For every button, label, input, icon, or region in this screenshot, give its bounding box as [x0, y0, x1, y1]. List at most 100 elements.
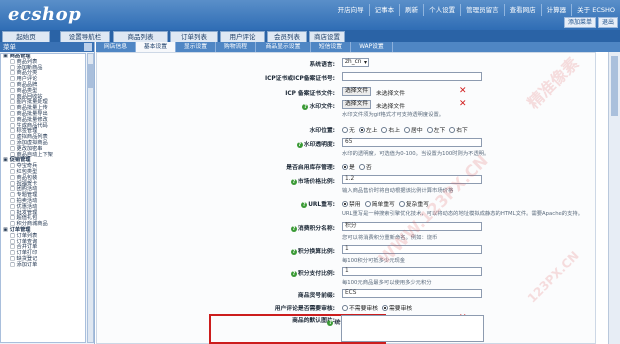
wmpos-center[interactable]: 居中: [404, 125, 423, 134]
wmalpha-label: ? 水印透明度:: [296, 139, 335, 148]
nav-member-list[interactable]: 会员列表: [267, 31, 307, 42]
content-scrollbar[interactable]: [608, 52, 620, 344]
comment-check-radios: 不需要审核 需要审核: [342, 303, 412, 312]
points-rate-label: ? 积分换算比例:: [290, 246, 335, 255]
link-admin-messages[interactable]: 管理员留言: [460, 4, 504, 16]
content-scroll-thumb[interactable]: [611, 56, 618, 116]
icp-file-button[interactable]: 选择文件: [342, 87, 372, 96]
link-calculator[interactable]: 计算器: [540, 4, 572, 16]
wmpos-bottom-right[interactable]: 右下: [449, 125, 468, 134]
icp-file-status: 未选择文件: [376, 91, 405, 97]
watermark-delete-icon[interactable]: ✕: [459, 100, 467, 109]
points-name-label-text: 消费积分名称:: [297, 226, 335, 232]
link-notepad[interactable]: 记事本: [368, 4, 400, 16]
rewrite-note: URL重写是一种搜索引擎优化技术，可以将动态的地址模拟成静态的HTML文件。需要…: [342, 211, 583, 217]
tab-goods-display[interactable]: 商品显示设置: [256, 42, 311, 52]
points-name-input[interactable]: 积分: [342, 222, 482, 231]
nav-shop-settings[interactable]: 商店设置: [309, 31, 345, 42]
points-name-note: 您可以将消费积分重新命名。例如：烧币: [342, 235, 438, 241]
wmpos-top-right[interactable]: 右上: [381, 125, 400, 134]
sidebar-title: 菜单: [0, 42, 94, 52]
sn-prefix-label: 商品货号前缀:: [297, 293, 335, 299]
help-icon[interactable]: ?: [302, 103, 309, 110]
lang-select-value: zh_cn: [345, 59, 362, 65]
stats-code-textarea[interactable]: [341, 315, 484, 342]
add-menu-button[interactable]: 添加菜单: [563, 17, 596, 28]
tab-wap-settings[interactable]: WAP设置: [351, 42, 393, 52]
watermark-file-status: 未选择文件: [376, 104, 405, 110]
tab-sms-settings[interactable]: 短信设置: [311, 42, 351, 52]
top-links: 开店向导 记事本 刷新 个人设置 管理员留言 查看网店 计算器 关于 ECSHO: [333, 4, 620, 16]
top-buttons: 添加菜单 退出: [563, 17, 618, 28]
lang-select[interactable]: zh_cn: [342, 58, 369, 67]
rewrite-complex[interactable]: 复杂重写: [398, 199, 429, 208]
watermark-note: 水印文件须为gif格式才可支持透明度设置。: [342, 112, 445, 118]
content-area: 网店信息 基本设置 显示设置 购物流程 商品显示设置 短信设置 WAP设置 系统…: [96, 42, 620, 344]
nav-user-comments[interactable]: 用户评论: [220, 31, 265, 42]
nav-order-list[interactable]: 订单列表: [170, 31, 218, 42]
stock-yes[interactable]: 是: [342, 162, 355, 171]
watermark-file-button[interactable]: 选择文件: [342, 100, 372, 109]
points-pay-input[interactable]: 1: [342, 267, 482, 276]
price-ratio-label: ? 市场价格比例:: [290, 176, 335, 185]
help-icon[interactable]: ?: [290, 225, 297, 232]
sidebar-scroll-thumb[interactable]: [88, 64, 93, 88]
rewrite-radios: 禁用 简单重写 复杂重写: [342, 199, 429, 208]
watermark-file-label-text: 水印文件:: [309, 104, 335, 110]
rewrite-simple[interactable]: 简单重写: [364, 199, 395, 208]
tab-basic-settings[interactable]: 基本设置: [136, 42, 176, 52]
watermark-file-label: ? 水印文件:: [302, 101, 335, 110]
help-icon[interactable]: ?: [296, 141, 303, 148]
sidebar: 菜单 ▣ 商品管理 □ 商品列表 □ 添加新商品 □ 商品分类 □ 用户评论 □ 商品品牌…: [0, 42, 95, 344]
price-ratio-label-text: 市场价格比例:: [297, 179, 335, 185]
nav-goods-list[interactable]: 商品列表: [113, 31, 168, 42]
help-icon[interactable]: ?: [290, 248, 297, 255]
link-about-ecshop[interactable]: 关于 ECSHO: [571, 4, 620, 16]
icp-input[interactable]: [342, 72, 482, 81]
tab-display-settings[interactable]: 显示设置: [176, 42, 216, 52]
wmpos-none[interactable]: 无: [342, 125, 355, 134]
wmpos-radios: 无 左上 右上 居中 左下 右下: [342, 125, 468, 134]
points-pay-note: 每100元商品最多可以使用多少元积分: [342, 280, 432, 286]
wmpos-top-left[interactable]: 左上: [358, 125, 377, 134]
settings-tabs: 网店信息 基本设置 显示设置 购物流程 商品显示设置 短信设置 WAP设置: [96, 42, 620, 52]
tab-shop-info[interactable]: 网店信息: [96, 42, 136, 52]
rewrite-label: ? URL重写:: [301, 199, 335, 208]
collapse-icon[interactable]: [84, 43, 92, 51]
help-icon[interactable]: ?: [327, 319, 334, 326]
link-view-shop[interactable]: 查看网店: [503, 4, 541, 16]
link-shop-wizard[interactable]: 开店向导: [333, 4, 369, 16]
points-rate-input[interactable]: 1: [342, 245, 482, 254]
rewrite-label-text: URL重写:: [308, 202, 335, 208]
price-ratio-note: 输入商品售价时将自动根据该比例计算市场价格: [342, 188, 454, 194]
price-ratio-input[interactable]: 1.2: [342, 175, 482, 184]
wmpos-label: 水印位置:: [309, 128, 335, 134]
link-personal-settings[interactable]: 个人设置: [423, 4, 460, 16]
rewrite-disabled[interactable]: 禁用: [342, 199, 361, 208]
wmpos-bottom-left[interactable]: 左下: [426, 125, 445, 134]
link-refresh[interactable]: 刷新: [399, 4, 423, 16]
wmalpha-label-text: 水印透明度:: [303, 142, 335, 148]
basic-settings-form: 系统语言: zh_cn ICP证书或ICP备案证书号: ICP 备案证书文件: …: [96, 52, 596, 344]
wmalpha-input[interactable]: 65: [342, 138, 482, 147]
sidebar-item[interactable]: □ 添加订单: [1, 262, 85, 269]
points-rate-label-text: 积分换算比例:: [297, 249, 335, 255]
nav-home[interactable]: 起始页: [2, 31, 50, 42]
help-icon[interactable]: ?: [301, 201, 308, 208]
stock-no[interactable]: 否: [358, 162, 372, 171]
nav-setup-navbar[interactable]: 设置导航栏: [60, 31, 110, 42]
sidebar-tree: ▣ 商品管理 □ 商品列表 □ 添加新商品 □ 商品分类 □ 用户评论 □ 商品品牌 □ 商…: [0, 53, 86, 343]
points-pay-label-text: 积分支付比例:: [297, 271, 335, 277]
help-icon[interactable]: ?: [290, 270, 297, 277]
sn-prefix-input[interactable]: ECS: [342, 289, 482, 298]
comment-no-check[interactable]: 不需要审核: [342, 303, 378, 312]
sidebar-scrollbar[interactable]: [87, 53, 94, 343]
icp-label: ICP证书或ICP备案证书号:: [264, 76, 335, 82]
tab-checkout-flow[interactable]: 购物流程: [216, 42, 256, 52]
help-icon[interactable]: ?: [290, 178, 297, 185]
logout-button[interactable]: 退出: [597, 17, 618, 28]
points-rate-note: 每100积分可抵多少元现金: [342, 258, 406, 264]
top-header: ecshop 开店向导 记事本 刷新 个人设置 管理员留言 查看网店 计算器 关…: [0, 0, 620, 30]
icp-file-delete-icon[interactable]: ✕: [459, 87, 467, 96]
comment-need-check[interactable]: 需要审核: [382, 303, 412, 312]
